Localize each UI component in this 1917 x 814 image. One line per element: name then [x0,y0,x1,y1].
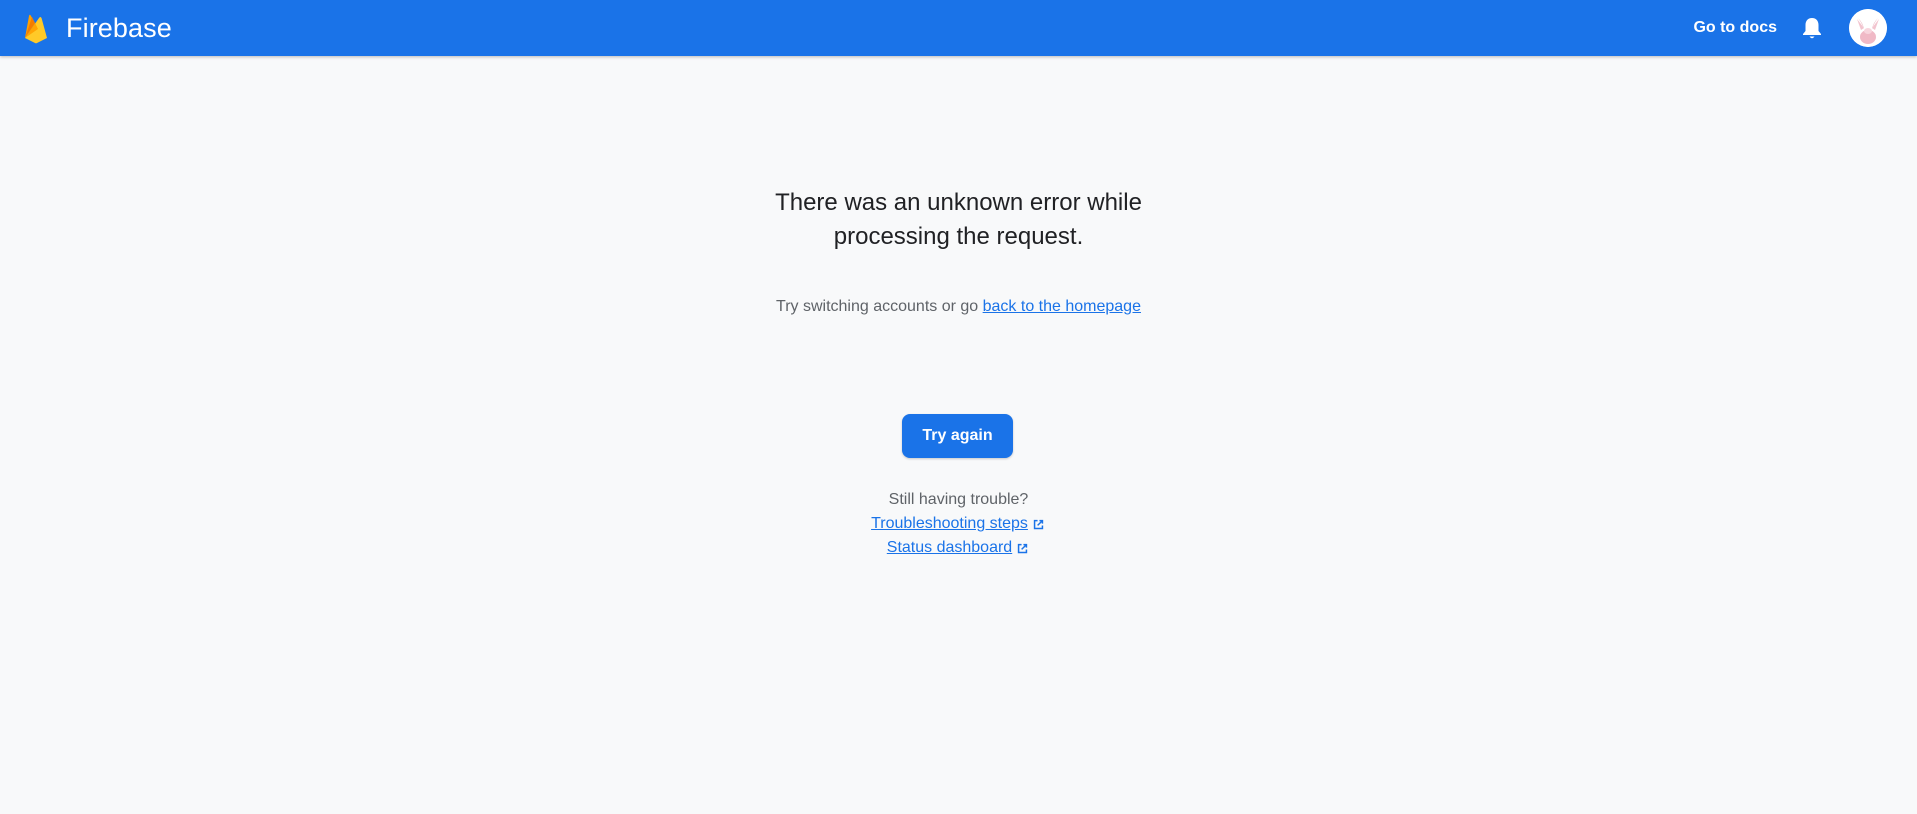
status-dashboard-link[interactable]: Status dashboard [887,536,1030,560]
help-section: Still having trouble? Troubleshooting st… [0,488,1917,560]
help-prompt: Still having trouble? [888,491,1029,508]
error-heading: There was an unknown error while process… [0,186,1917,254]
troubleshooting-steps-label: Troubleshooting steps [871,515,1028,532]
main-content: There was an unknown error while process… [0,56,1917,814]
top-actions: Go to docs [1693,9,1887,47]
top-app-bar: Firebase Go to docs [0,0,1917,56]
firebase-brand[interactable]: Firebase [22,12,172,44]
status-dashboard-row: Status dashboard [0,536,1917,560]
try-again-button[interactable]: Try again [902,414,1013,458]
troubleshooting-row: Troubleshooting steps [0,512,1917,536]
bell-icon[interactable] [1799,15,1825,41]
go-to-docs-link[interactable]: Go to docs [1693,19,1777,37]
error-subtext: Try switching accounts or go back to the… [0,298,1917,316]
status-dashboard-label: Status dashboard [886,539,1013,556]
account-avatar[interactable] [1849,9,1887,47]
error-heading-line1: There was an unknown error while [775,189,1142,216]
error-heading-line2: processing the request. [833,223,1084,250]
app-title: Firebase [66,12,172,43]
open-in-new-icon [1033,519,1044,529]
subtext-prefix: Try switching accounts or go [776,298,983,315]
back-to-homepage-link[interactable]: back to the homepage [983,298,1141,315]
firebase-logo-icon [22,12,50,44]
troubleshooting-steps-link[interactable]: Troubleshooting steps [871,512,1046,536]
open-in-new-icon [1018,543,1028,553]
